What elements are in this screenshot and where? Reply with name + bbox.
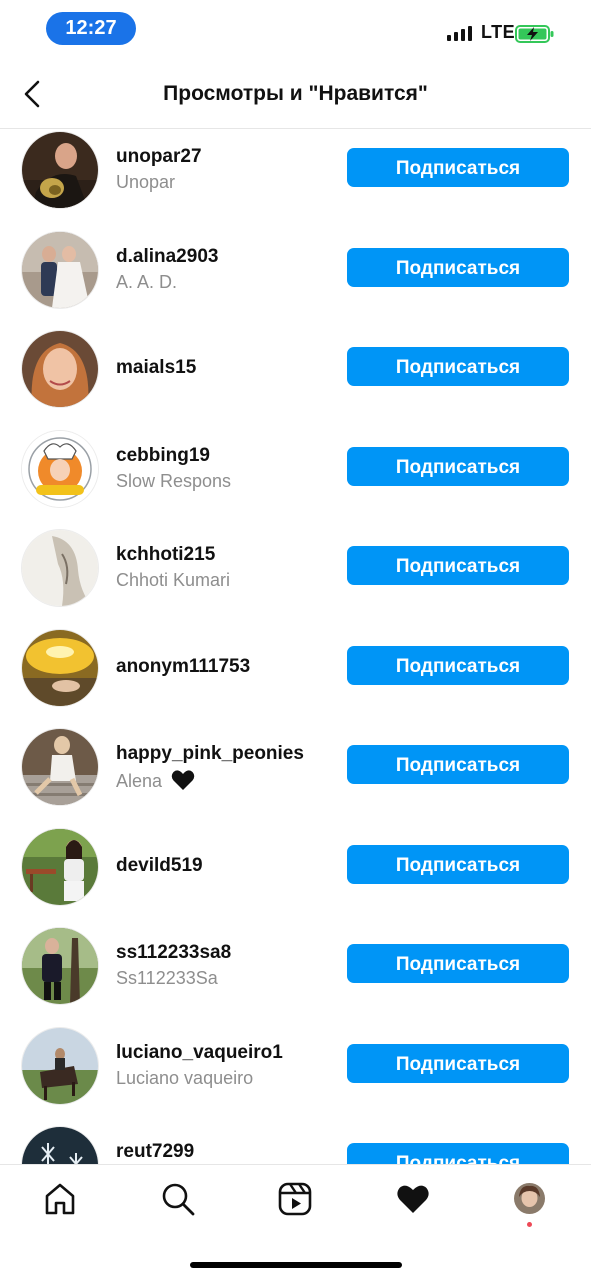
username[interactable]: kchhoti215 [116,544,215,566]
page-title: Просмотры и "Нравится" [163,82,428,105]
follow-button[interactable]: Подписаться [347,745,569,784]
list-item[interactable]: reut7299 Подписаться [0,1123,591,1164]
status-bar: 12:27 LTE [0,0,591,58]
avatar[interactable] [22,1127,98,1164]
list-item[interactable]: unopar27 Unopar Подписаться [0,128,591,228]
follow-button[interactable]: Подписаться [347,1143,569,1164]
list-item[interactable]: cebbing19 Slow Respons Подписаться [0,427,591,527]
follow-button[interactable]: Подписаться [347,446,569,486]
follow-button[interactable]: Подписаться [347,247,569,287]
black-heart-icon [171,770,195,790]
full-name: Slow Respons [116,470,232,491]
home-icon[interactable] [42,1181,78,1217]
username[interactable]: reut7299 [116,1141,194,1163]
reels-icon[interactable] [277,1181,313,1217]
username[interactable]: happy_pink_peonies [116,743,304,765]
follow-button[interactable]: Подписаться [347,944,569,983]
avatar[interactable] [22,530,98,606]
username[interactable]: maials15 [116,357,196,379]
cellular-signal-icon [447,26,472,41]
list-item[interactable]: anonym111753 Подписаться [0,626,591,726]
avatar[interactable] [22,928,98,1004]
list-item[interactable]: d.alina2903 A. A. D. Подписаться [0,228,591,328]
username[interactable]: ss112233sa8 [116,942,231,964]
avatar[interactable] [22,132,98,208]
list-item[interactable]: happy_pink_peonies Alena Подписаться [0,725,591,825]
avatar[interactable] [22,1027,98,1104]
username[interactable]: luciano_vaqueiro1 [116,1042,283,1064]
avatar[interactable] [22,629,98,706]
follow-button[interactable]: Подписаться [347,645,569,685]
follow-button[interactable]: Подписаться [347,148,569,187]
activity-heart-icon[interactable] [395,1181,431,1217]
username[interactable]: devild519 [116,855,203,877]
likers-list[interactable]: unopar27 Unopar Подписаться d.alina2903 … [0,128,591,1164]
list-item[interactable]: devild519 Подписаться [0,825,591,925]
list-item[interactable]: kchhoti215 Chhoti Kumari Подписаться [0,526,591,626]
full-name: A. A. D. [116,271,178,292]
full-name: Luciano vaqueiro [116,1067,254,1088]
full-name: Chhoti Kumari [116,570,231,590]
username[interactable]: anonym111753 [116,656,250,678]
full-name: Ss112233Sa [116,968,218,988]
follow-button[interactable]: Подписаться [347,844,569,884]
username[interactable]: cebbing19 [116,445,210,467]
follow-button[interactable]: Подписаться [347,347,569,386]
home-indicator [190,1262,402,1268]
battery-charging-icon [515,25,554,43]
avatar[interactable] [22,331,98,407]
avatar[interactable] [22,430,98,507]
avatar[interactable] [22,231,98,308]
full-name: Unopar [116,172,176,192]
follow-button[interactable]: Подписаться [347,1043,569,1083]
list-item[interactable]: ss112233sa8 Ss112233Sa Подписаться [0,924,591,1024]
notification-dot [527,1222,532,1227]
profile-avatar[interactable] [514,1183,545,1214]
username[interactable]: d.alina2903 [116,246,218,268]
status-time: 12:27 [46,12,136,45]
full-name: Alena [116,769,195,792]
list-item[interactable]: maials15 Подписаться [0,327,591,427]
username[interactable]: unopar27 [116,146,202,168]
avatar[interactable] [22,729,98,805]
follow-button[interactable]: Подписаться [347,546,569,585]
header: Просмотры и "Нравится" [0,58,591,129]
avatar[interactable] [22,828,98,905]
full-name-text: Alena [116,771,163,791]
list-item[interactable]: luciano_vaqueiro1 Luciano vaqueiro Подпи… [0,1024,591,1124]
search-icon[interactable] [160,1181,196,1217]
bottom-navigation [0,1164,591,1281]
network-type: LTE [481,22,516,42]
